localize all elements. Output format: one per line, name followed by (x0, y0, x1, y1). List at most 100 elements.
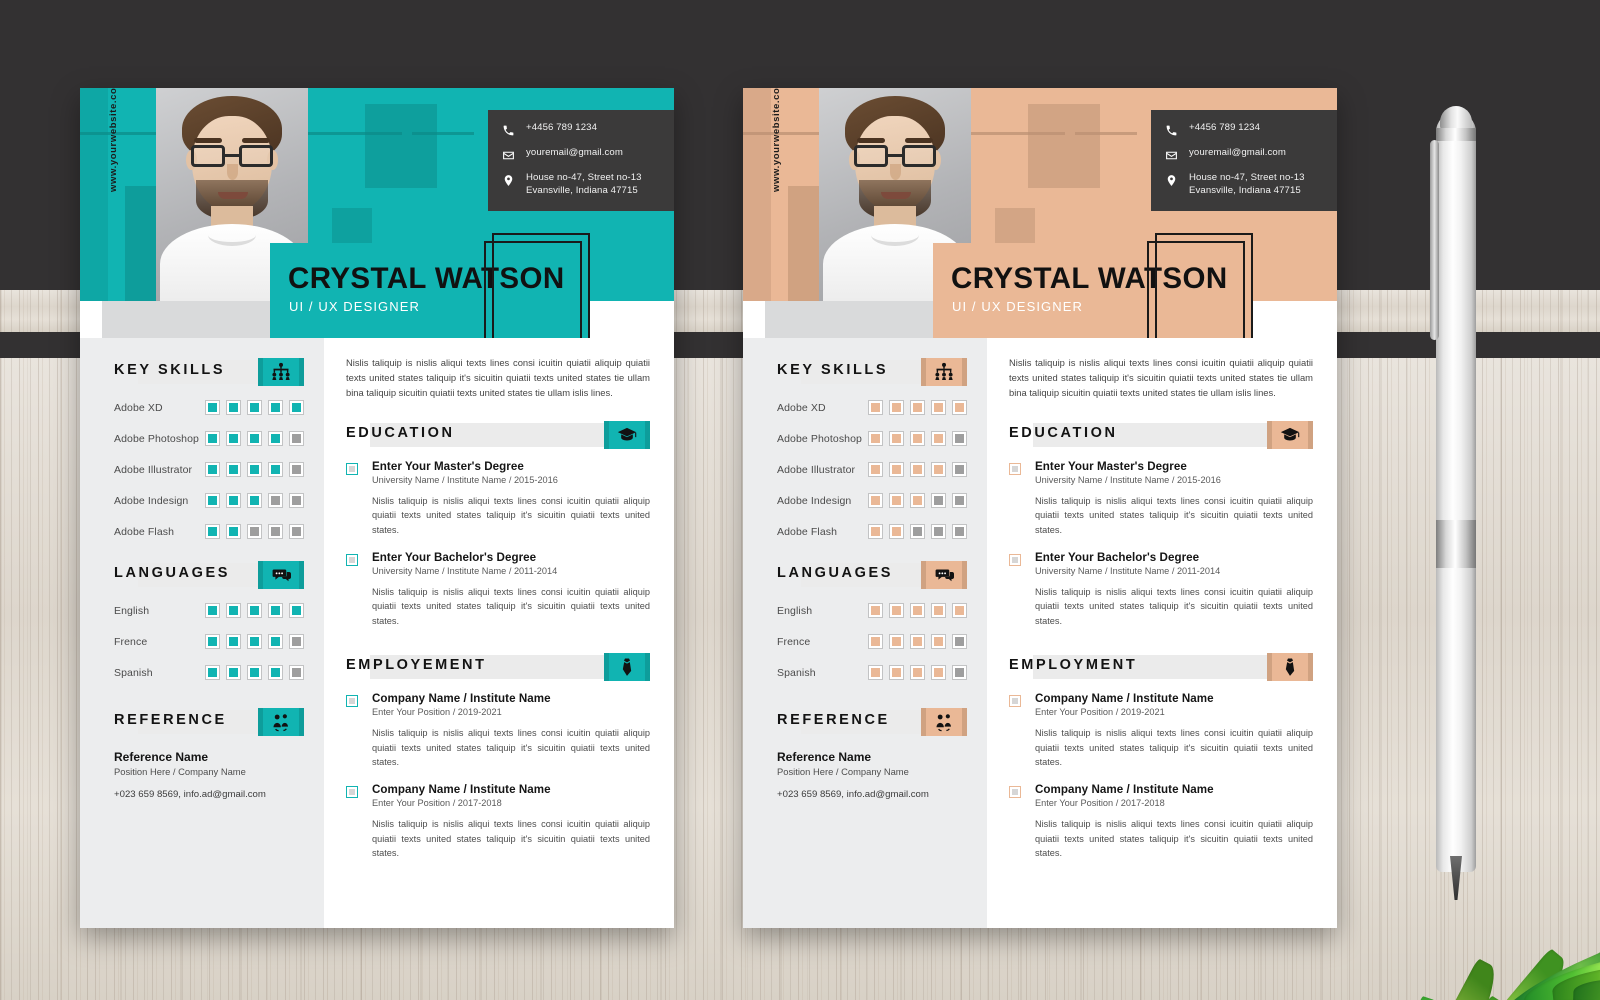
section-header-education: EDUCATION (346, 420, 650, 449)
rating-dot[interactable] (889, 524, 904, 539)
rating-dot[interactable] (889, 665, 904, 680)
rating-dot[interactable] (910, 431, 925, 446)
rating-dot[interactable] (289, 400, 304, 415)
resume-page-teal[interactable]: www.yourwebsite.com +4456 789 1234 youre… (80, 88, 674, 928)
rating-dot[interactable] (952, 665, 967, 680)
rating-dot[interactable] (289, 462, 304, 477)
rating-dot[interactable] (868, 634, 883, 649)
rating-dot[interactable] (910, 665, 925, 680)
rating-dot[interactable] (268, 665, 283, 680)
rating-dot[interactable] (889, 634, 904, 649)
rating-dot[interactable] (268, 634, 283, 649)
rating-dot[interactable] (289, 431, 304, 446)
rating-dot[interactable] (205, 431, 220, 446)
rating-dots (205, 665, 304, 680)
contact-row[interactable]: House no-47, Street no-13 Evansville, In… (501, 172, 660, 197)
rating-dot[interactable] (205, 400, 220, 415)
reference-contact[interactable]: +023 659 8569, info.ad@gmail.com (777, 789, 967, 800)
rating-dot[interactable] (247, 400, 262, 415)
contact-row[interactable]: +4456 789 1234 (1164, 122, 1323, 138)
rating-dot[interactable] (268, 603, 283, 618)
contact-row[interactable]: youremail@gmail.com (501, 147, 660, 163)
rating-dot[interactable] (952, 462, 967, 477)
rating-dot[interactable] (889, 493, 904, 508)
rating-dot[interactable] (889, 431, 904, 446)
rating-dot[interactable] (205, 493, 220, 508)
rating-dot[interactable] (952, 634, 967, 649)
rating-dot[interactable] (889, 462, 904, 477)
rating-dot[interactable] (226, 524, 241, 539)
rating-dot[interactable] (247, 603, 262, 618)
rating-dot[interactable] (289, 665, 304, 680)
rating-dot[interactable] (268, 493, 283, 508)
rating-dot[interactable] (931, 431, 946, 446)
necktie-icon-box (604, 652, 650, 681)
rating-dot[interactable] (289, 524, 304, 539)
rating-dot[interactable] (931, 462, 946, 477)
rating-dot[interactable] (868, 493, 883, 508)
rating-dot[interactable] (868, 400, 883, 415)
rating-dot[interactable] (205, 665, 220, 680)
rating-dot[interactable] (931, 400, 946, 415)
rating-dot[interactable] (205, 603, 220, 618)
rating-dot[interactable] (910, 493, 925, 508)
rating-dot[interactable] (268, 524, 283, 539)
contact-row[interactable]: House no-47, Street no-13 Evansville, In… (1164, 172, 1323, 197)
rating-dot[interactable] (268, 400, 283, 415)
rating-dot[interactable] (910, 400, 925, 415)
rating-dot[interactable] (247, 462, 262, 477)
pen-center-ring (1436, 520, 1476, 568)
rating-dot[interactable] (868, 524, 883, 539)
rating-dot[interactable] (247, 431, 262, 446)
rating-dot[interactable] (952, 400, 967, 415)
contact-row[interactable]: youremail@gmail.com (1164, 147, 1323, 163)
rating-dot[interactable] (205, 462, 220, 477)
rating-dot[interactable] (226, 634, 241, 649)
rating-dot[interactable] (205, 524, 220, 539)
rating-dot[interactable] (952, 603, 967, 618)
graduation-cap-icon-box (1267, 420, 1313, 449)
rating-dot[interactable] (931, 634, 946, 649)
rating-dot[interactable] (226, 431, 241, 446)
icon-edge-right (645, 420, 650, 449)
rating-dot[interactable] (931, 603, 946, 618)
rating-dot[interactable] (226, 665, 241, 680)
rating-dot[interactable] (289, 493, 304, 508)
rating-dot[interactable] (910, 462, 925, 477)
rating-dot[interactable] (868, 462, 883, 477)
contact-row[interactable]: +4456 789 1234 (501, 122, 660, 138)
rating-dot[interactable] (910, 634, 925, 649)
rating-dot[interactable] (247, 524, 262, 539)
resume-page-peach[interactable]: www.yourwebsite.com +4456 789 1234 youre… (743, 88, 1337, 928)
section-header-languages: LANGUAGES (777, 561, 967, 589)
skills-list: Adobe XD Adobe Photoshop Adobe Illustrat… (114, 400, 304, 539)
rating-dot[interactable] (289, 634, 304, 649)
rating-dot[interactable] (952, 493, 967, 508)
rating-dot[interactable] (889, 400, 904, 415)
rating-dot[interactable] (952, 524, 967, 539)
website-label: www.yourwebsite.com (108, 88, 119, 192)
rating-dot[interactable] (268, 462, 283, 477)
resume-main: Nislis taliquip is nislis aliqui texts l… (324, 338, 674, 928)
reference-contact[interactable]: +023 659 8569, info.ad@gmail.com (114, 789, 304, 800)
rating-dot[interactable] (952, 431, 967, 446)
rating-dot[interactable] (868, 665, 883, 680)
rating-dot[interactable] (226, 400, 241, 415)
rating-dot[interactable] (226, 493, 241, 508)
rating-dot[interactable] (226, 603, 241, 618)
rating-dot[interactable] (889, 603, 904, 618)
rating-dot[interactable] (931, 524, 946, 539)
rating-dot[interactable] (868, 431, 883, 446)
rating-dot[interactable] (247, 493, 262, 508)
rating-dot[interactable] (910, 603, 925, 618)
rating-dot[interactable] (289, 603, 304, 618)
rating-dot[interactable] (205, 634, 220, 649)
rating-dot[interactable] (931, 493, 946, 508)
rating-dot[interactable] (247, 665, 262, 680)
rating-dot[interactable] (868, 603, 883, 618)
rating-dot[interactable] (268, 431, 283, 446)
rating-dot[interactable] (226, 462, 241, 477)
rating-dot[interactable] (910, 524, 925, 539)
rating-dot[interactable] (931, 665, 946, 680)
rating-dot[interactable] (247, 634, 262, 649)
